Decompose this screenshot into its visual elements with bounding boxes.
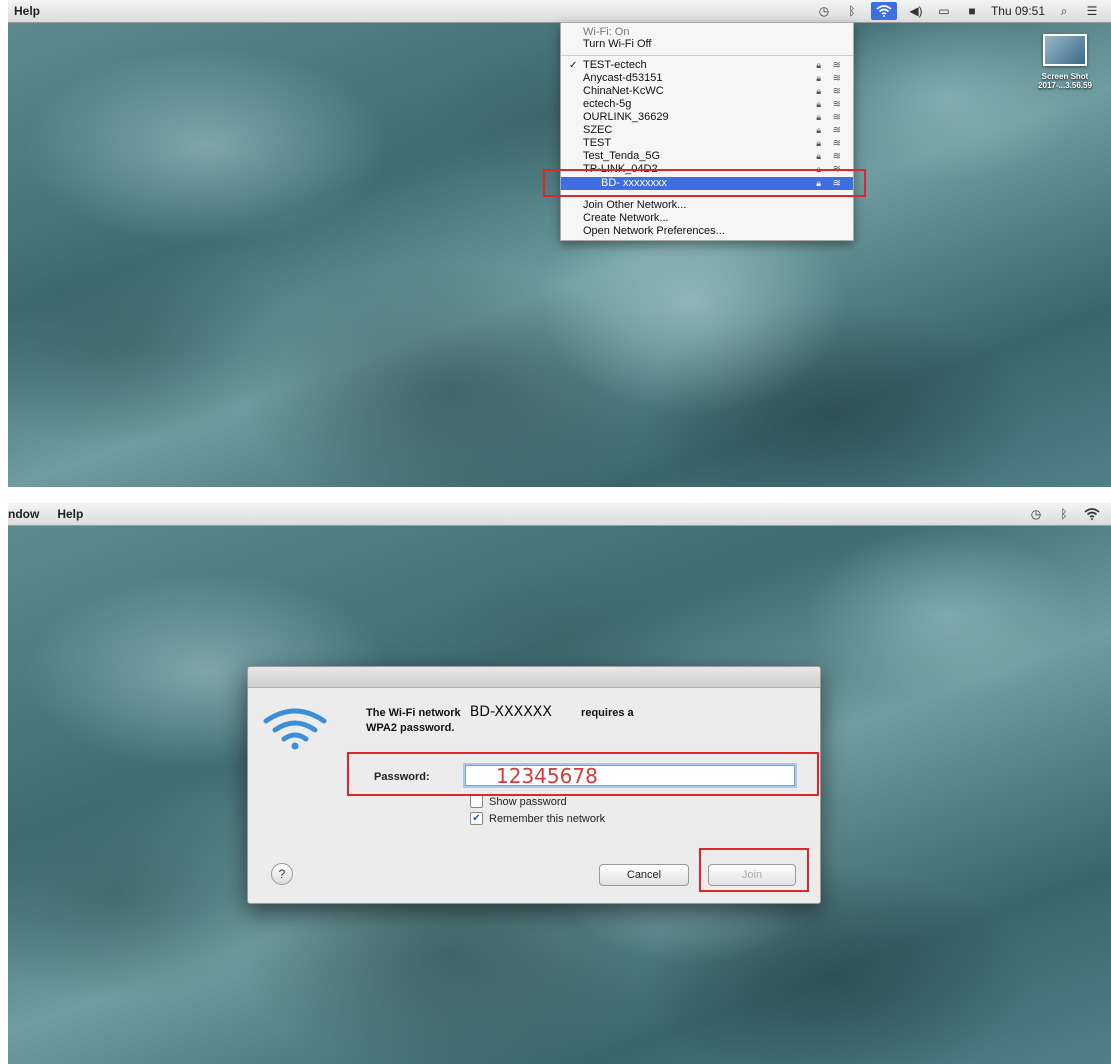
signal-icon: ≋: [832, 125, 841, 136]
network-item[interactable]: Anycast-d53151 🔒︎ ≋: [561, 72, 853, 85]
network-item[interactable]: TEST 🔒︎ ≋: [561, 137, 853, 150]
file-label-line1: Screen Shot: [1041, 72, 1089, 81]
screenshot-thumbnail: [1043, 34, 1087, 66]
network-name: Test_Tenda_5G: [583, 150, 661, 162]
notification-center-icon[interactable]: ☰: [1083, 2, 1101, 20]
highlight-box-network: [543, 169, 866, 197]
turn-wifi-off-item[interactable]: Turn Wi-Fi Off: [561, 38, 853, 51]
desktop-screenshot-file[interactable]: Screen Shot 2017-...3.56.59: [1035, 34, 1095, 90]
search-icon[interactable]: ⌕: [1055, 2, 1073, 20]
menu-bar: Help ◷ ᛒ ◀) ▭ ■ Thu 09:51 ⌕ ☰: [8, 0, 1111, 23]
network-name: OURLINK_36629: [583, 111, 669, 123]
time-machine-icon[interactable]: ◷: [815, 2, 833, 20]
highlight-box-password: [347, 752, 819, 796]
wifi-icon[interactable]: [870, 2, 897, 20]
wifi-icon: [263, 708, 327, 750]
lock-icon: 🔒︎: [816, 138, 821, 148]
network-item[interactable]: ✓ TEST-ectech 🔒︎ ≋: [561, 59, 853, 72]
signal-icon: ≋: [832, 151, 841, 162]
menu-window[interactable]: ndow: [8, 507, 39, 521]
network-ssid: BD-XXXXXX: [469, 704, 552, 720]
remember-network-label: Remember this network: [489, 812, 606, 825]
lock-icon: 🔒︎: [816, 125, 821, 135]
dialog-title-bar[interactable]: [248, 667, 820, 688]
network-name: SZEC: [583, 124, 613, 136]
lock-icon: 🔒︎: [816, 151, 821, 161]
network-name: ectech-5g: [583, 98, 632, 110]
remember-network-checkbox-row[interactable]: ✔ Remember this network: [470, 812, 605, 825]
menu-help[interactable]: Help: [57, 507, 83, 521]
help-button[interactable]: ?: [271, 863, 293, 885]
open-network-preferences-item[interactable]: Open Network Preferences...: [561, 225, 853, 238]
wifi-icon[interactable]: [1083, 505, 1101, 523]
network-item[interactable]: SZEC 🔒︎ ≋: [561, 124, 853, 137]
menu-separator: [561, 55, 853, 56]
network-name: Anycast-d53151: [583, 72, 663, 84]
dialog-message: The Wi-Fi network BD-XXXXXX requires a W…: [366, 705, 796, 736]
lock-icon: 🔒︎: [816, 99, 821, 109]
lock-icon: 🔒︎: [816, 73, 821, 83]
signal-icon: ≋: [832, 99, 841, 110]
show-password-checkbox[interactable]: [470, 795, 483, 808]
network-name: ChinaNet-KcWC: [583, 85, 664, 97]
bluetooth-icon[interactable]: ᛒ: [843, 2, 861, 20]
create-network-item[interactable]: Create Network...: [561, 212, 853, 225]
wifi-dropdown-menu: Wi-Fi: On Turn Wi-Fi Off ✓ TEST-ectech 🔒…: [560, 22, 854, 241]
message-prefix: The Wi-Fi network: [366, 707, 461, 719]
battery-icon[interactable]: ▭: [935, 2, 953, 20]
show-password-label: Show password: [489, 795, 567, 808]
lock-icon: 🔒︎: [816, 112, 821, 122]
network-name: TEST: [583, 137, 612, 149]
join-other-network-item[interactable]: Join Other Network...: [561, 199, 853, 212]
network-name: TEST-ectech: [583, 59, 647, 71]
signal-icon: ≋: [832, 73, 841, 84]
menu-help[interactable]: Help: [14, 4, 40, 18]
volume-icon[interactable]: ◀): [907, 2, 925, 20]
network-item[interactable]: ChinaNet-KcWC 🔒︎ ≋: [561, 85, 853, 98]
highlight-box-join: [699, 848, 809, 892]
remember-network-checkbox[interactable]: ✔: [470, 812, 483, 825]
bottom-screenshot: ndow Help ◷ ᛒ The Wi-Fi network BD-XXXXX…: [8, 503, 1111, 1064]
checkmark-icon: ✓: [569, 60, 578, 71]
signal-icon: ≋: [832, 60, 841, 71]
network-item[interactable]: OURLINK_36629 🔒︎ ≋: [561, 111, 853, 124]
message-line2: WPA2 password.: [366, 722, 455, 734]
network-item[interactable]: ectech-5g 🔒︎ ≋: [561, 98, 853, 111]
time-machine-icon[interactable]: ◷: [1027, 505, 1045, 523]
signal-icon: ≋: [832, 138, 841, 149]
signal-icon: ≋: [832, 86, 841, 97]
lock-icon: 🔒︎: [816, 60, 821, 70]
display-icon[interactable]: ■: [963, 2, 981, 20]
top-screenshot: Help ◷ ᛒ ◀) ▭ ■ Thu 09:51 ⌕ ☰ Screen Sho…: [8, 0, 1111, 487]
clock[interactable]: Thu 09:51: [991, 4, 1045, 18]
show-password-checkbox-row[interactable]: Show password: [470, 795, 567, 808]
bluetooth-icon[interactable]: ᛒ: [1055, 505, 1073, 523]
cancel-button[interactable]: Cancel: [599, 864, 689, 886]
network-item[interactable]: Test_Tenda_5G 🔒︎ ≋: [561, 150, 853, 163]
file-label-line2: 2017-...3.56.59: [1038, 81, 1092, 90]
menu-bar: ndow Help ◷ ᛒ: [8, 503, 1111, 526]
lock-icon: 🔒︎: [816, 86, 821, 96]
signal-icon: ≋: [832, 112, 841, 123]
message-suffix: requires a: [581, 707, 634, 719]
